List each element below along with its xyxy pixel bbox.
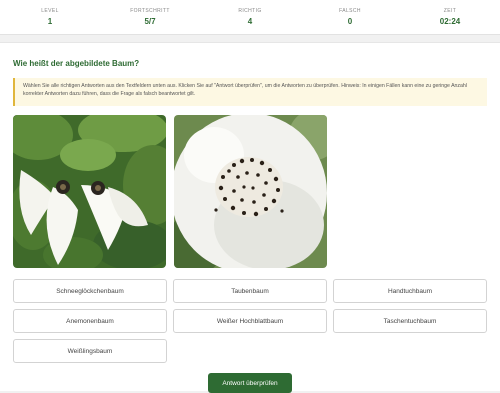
check-answer-button[interactable]: Antwort überprüfen: [208, 373, 292, 393]
stat-label: ZEIT: [443, 8, 457, 14]
answer-option[interactable]: Anemonenbaum: [13, 309, 167, 333]
stat-label: FORTSCHRITT: [130, 8, 170, 14]
stat-level: LEVEL 1: [0, 0, 100, 34]
stat-value: 02:24: [439, 17, 461, 26]
stats-bar: LEVEL 1 FORTSCHRITT 5/7 RICHTIG 4 FALSCH…: [0, 0, 500, 35]
hint-box: Wählen Sie alle richtigen Antworten aus …: [13, 78, 487, 106]
stat-label: FALSCH: [339, 8, 361, 14]
stat-wrong: FALSCH 0: [300, 0, 400, 34]
stat-label: LEVEL: [41, 8, 59, 14]
stat-correct: RICHTIG 4: [200, 0, 300, 34]
stat-value: 1: [47, 17, 53, 26]
stat-time: ZEIT 02:24: [400, 0, 500, 34]
answer-option[interactable]: Taschentuchbaum: [333, 309, 487, 333]
answer-option[interactable]: Taubenbaum: [173, 279, 327, 303]
stat-value: 0: [347, 17, 353, 26]
stat-label: RICHTIG: [238, 8, 262, 14]
answer-option[interactable]: Weißer Hochblattbaum: [173, 309, 327, 333]
answer-option[interactable]: Handtuchbaum: [333, 279, 487, 303]
answer-option[interactable]: Weißlingsbaum: [13, 339, 167, 363]
question-title: Wie heißt der abgebildete Baum?: [13, 59, 140, 68]
tree-photo-2: [174, 115, 327, 268]
stat-value: 4: [247, 17, 253, 26]
answer-option[interactable]: Schneeglöckchenbaum: [13, 279, 167, 303]
stat-value: 5/7: [144, 17, 156, 26]
stat-progress: FORTSCHRITT 5/7: [100, 0, 200, 34]
quiz-card: Wie heißt der abgebildete Baum? Wählen S…: [0, 42, 500, 393]
tree-photo-1: [13, 115, 166, 268]
